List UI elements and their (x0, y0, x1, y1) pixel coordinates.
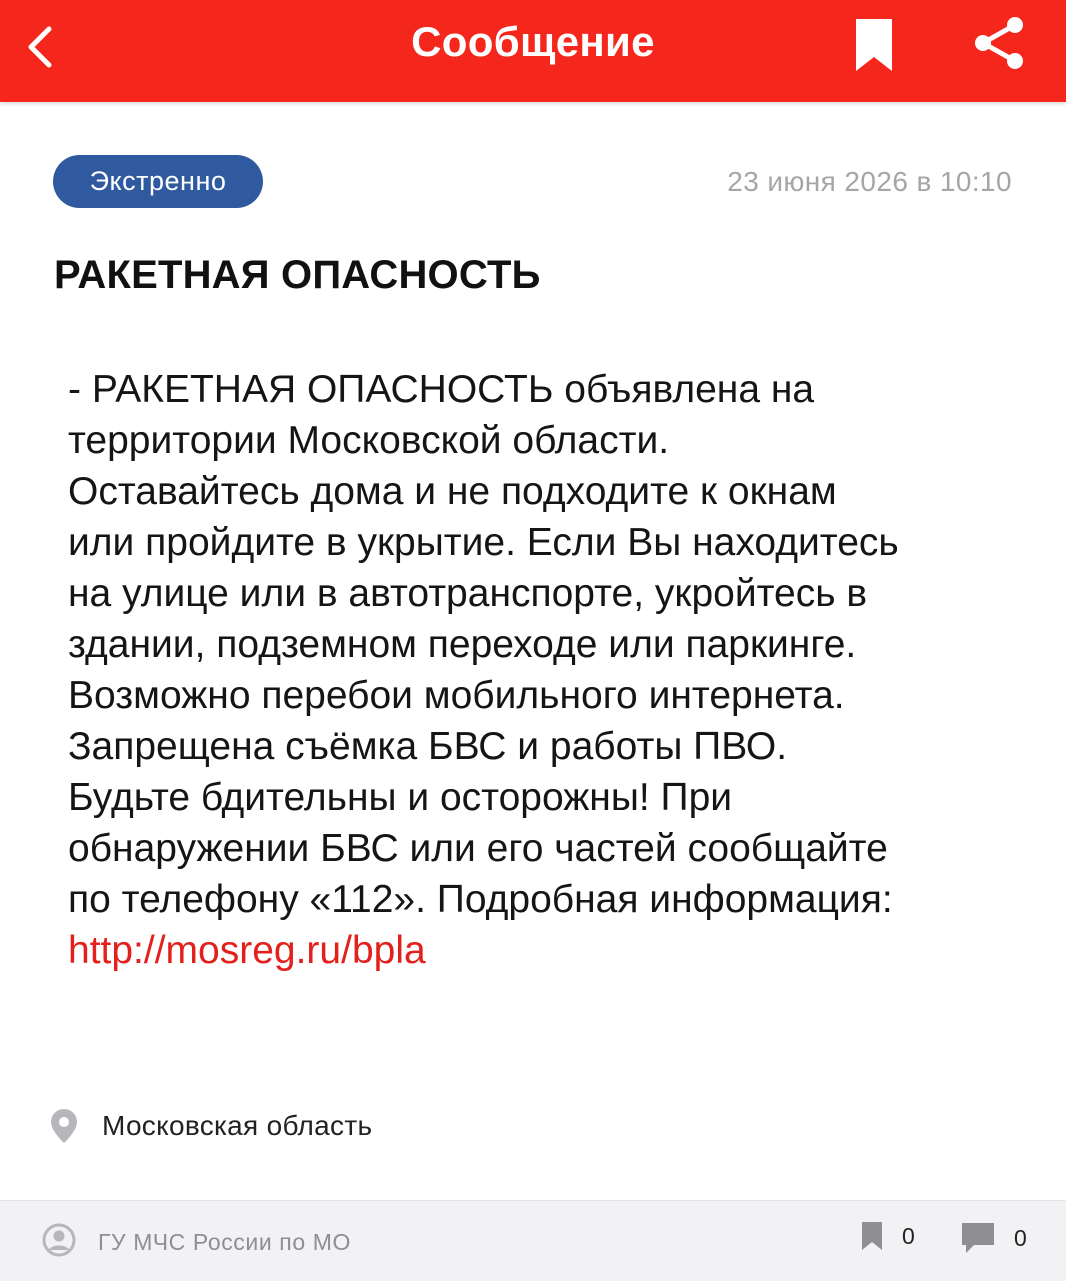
source-label: ГУ МЧС России по МО (98, 1229, 351, 1255)
user-circle-icon (42, 1223, 76, 1262)
message-timestamp: 23 июня 2026 в 10:10 (727, 166, 1012, 197)
comment-icon (962, 1223, 994, 1253)
bookmark-icon (862, 1222, 882, 1250)
bookmark-count-button[interactable]: 0 (860, 1221, 915, 1251)
share-button[interactable] (966, 10, 1032, 76)
message-body: - РАКЕТНАЯ ОПАСНОСТЬ объявлена на террит… (68, 368, 899, 921)
share-icon (975, 17, 1023, 69)
bookmark-button[interactable] (846, 12, 902, 78)
comment-count-button[interactable]: 0 (960, 1221, 1027, 1255)
page-title: Сообщение (411, 18, 655, 65)
bookmark-icon (856, 19, 892, 71)
bookmark-count: 0 (902, 1222, 915, 1249)
message-location: Московская область (50, 1104, 372, 1148)
top-app-bar: Сообщение (0, 0, 1066, 102)
message-footer: ГУ МЧС России по МО 0 0 (0, 1200, 1066, 1281)
info-link[interactable]: http://mosreg.ru/bpla (68, 925, 426, 976)
comment-count: 0 (1014, 1224, 1027, 1251)
location-pin-icon (50, 1108, 78, 1144)
message-title: РАКЕТНАЯ ОПАСНОСТЬ (54, 253, 541, 297)
emergency-badge: Экстренно (53, 155, 263, 208)
location-label: Московская область (102, 1110, 373, 1141)
message-source: ГУ МЧС России по МО (42, 1223, 351, 1262)
